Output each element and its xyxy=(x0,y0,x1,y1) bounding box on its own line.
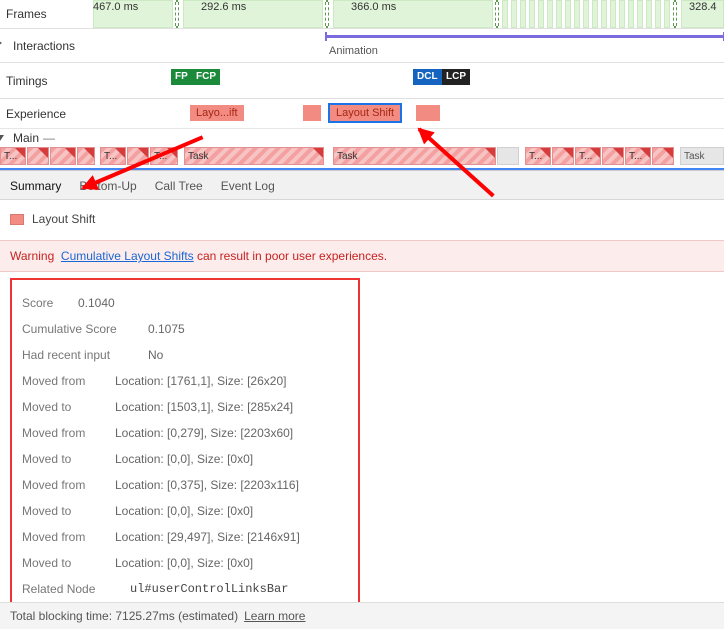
timings-row: Timings FP FCP DCL LCP xyxy=(0,62,724,98)
frame-time-3: 328.4 xyxy=(689,1,717,13)
frames-row: Frames xyxy=(0,0,724,28)
animation-bar[interactable] xyxy=(325,35,724,38)
loc2-val: Location: [1503,1], Size: [285x24] xyxy=(115,400,293,414)
mf-key: Moved from xyxy=(22,478,99,492)
task-item[interactable]: T... xyxy=(100,147,126,165)
main-label: Main — xyxy=(0,129,93,146)
experience-row: Experience Layo...ift Layout Shift xyxy=(0,98,724,128)
layout-shift-blob-1[interactable] xyxy=(303,105,321,121)
task-item[interactable] xyxy=(27,147,49,165)
interactions-label: Interactions xyxy=(0,29,93,62)
task-item[interactable] xyxy=(127,147,149,165)
loc4-val: Location: [0,0], Size: [0x0] xyxy=(115,452,253,466)
loc1-val: Location: [1761,1], Size: [26x20] xyxy=(115,374,286,388)
mf-key: Moved from xyxy=(22,374,99,388)
timings-label: Timings xyxy=(0,63,93,98)
fp-badge[interactable]: FP xyxy=(171,69,192,85)
expand-icon[interactable] xyxy=(0,39,2,47)
learn-more-link[interactable]: Learn more xyxy=(244,609,305,623)
task-item[interactable]: Task xyxy=(333,147,496,165)
mf-key: Moved from xyxy=(22,426,99,440)
score-key: Score xyxy=(22,296,62,310)
layout-shift-details: Score 0.1040 Cumulative Score 0.1075 Had r… xyxy=(10,278,360,614)
collapse-icon[interactable] xyxy=(0,135,4,141)
layout-shift-swatch-icon xyxy=(10,214,24,225)
mt-key: Moved to xyxy=(22,400,99,414)
layout-shift-chip-1[interactable]: Layo...ift xyxy=(190,105,244,121)
task-item[interactable] xyxy=(50,147,76,165)
task-item[interactable]: T... xyxy=(525,147,551,165)
experience-label: Experience xyxy=(0,99,93,128)
cls-link[interactable]: Cumulative Layout Shifts xyxy=(61,249,194,263)
tbt-text: Total blocking time: 7125.27ms (estimate… xyxy=(10,609,238,623)
animation-label: Animation xyxy=(329,45,378,57)
warning-suffix: can result in poor user experiences. xyxy=(194,249,387,263)
interactions-row: Interactions Animation xyxy=(0,28,724,62)
mt-key: Moved to xyxy=(22,556,99,570)
loc7-val: Location: [29,497], Size: [2146x91] xyxy=(115,530,300,544)
layout-shift-chip-selected[interactable]: Layout Shift xyxy=(330,105,400,121)
hadinput-key: Had recent input xyxy=(22,348,132,362)
loc3-val: Location: [0,279], Size: [2203x60] xyxy=(115,426,293,440)
task-item[interactable]: T... xyxy=(150,147,178,165)
event-name: Layout Shift xyxy=(32,212,95,226)
tab-bottom-up[interactable]: Bottom-Up xyxy=(79,179,136,193)
main-tasks-row: T... T... T... Task Task T... T... T... … xyxy=(0,146,724,168)
related-key: Related Node xyxy=(22,582,114,596)
frames-label: Frames xyxy=(0,0,93,28)
lcp-badge[interactable]: LCP xyxy=(442,69,470,85)
related-val[interactable]: ul#userControlLinksBar xyxy=(130,582,288,596)
frame-time-1: 292.6 ms xyxy=(201,1,246,13)
loc6-val: Location: [0,0], Size: [0x0] xyxy=(115,504,253,518)
event-legend: Layout Shift xyxy=(10,208,714,232)
experience-track[interactable]: Layo...ift Layout Shift xyxy=(93,99,724,128)
tab-event-log[interactable]: Event Log xyxy=(221,179,275,193)
mt-key: Moved to xyxy=(22,504,99,518)
footer-bar: Total blocking time: 7125.27ms (estimate… xyxy=(0,602,724,629)
task-item[interactable]: T... xyxy=(625,147,651,165)
tab-summary[interactable]: Summary xyxy=(10,179,61,193)
mf-key: Moved from xyxy=(22,530,99,544)
interactions-track[interactable]: Animation xyxy=(93,29,724,62)
task-item[interactable] xyxy=(602,147,624,165)
fcp-badge[interactable]: FCP xyxy=(192,69,220,85)
warning-banner: Warning Cumulative Layout Shifts can res… xyxy=(0,240,724,272)
dcl-badge[interactable]: DCL xyxy=(413,69,442,85)
score-val: 0.1040 xyxy=(78,296,115,310)
task-item[interactable]: Task xyxy=(680,147,724,165)
panel-tabs: Summary Bottom-Up Call Tree Event Log xyxy=(0,171,724,200)
hadinput-val: No xyxy=(148,348,163,362)
task-item[interactable] xyxy=(497,147,519,165)
task-item[interactable] xyxy=(77,147,95,165)
cumscore-key: Cumulative Score xyxy=(22,322,132,336)
tab-call-tree[interactable]: Call Tree xyxy=(155,179,203,193)
task-item[interactable]: T... xyxy=(575,147,601,165)
frame-time-2: 366.0 ms xyxy=(351,1,396,13)
layout-shift-blob-2[interactable] xyxy=(416,105,440,121)
timings-track[interactable]: FP FCP DCL LCP xyxy=(93,63,724,98)
summary-panel: Layout Shift xyxy=(0,200,724,240)
warning-prefix: Warning xyxy=(10,249,54,263)
frames-track[interactable]: 467.0 ms 292.6 ms 366.0 ms 328.4 xyxy=(93,0,724,28)
loc8-val: Location: [0,0], Size: [0x0] xyxy=(115,556,253,570)
frame-time-0: 467.0 ms xyxy=(93,1,138,13)
loc5-val: Location: [0,375], Size: [2203x116] xyxy=(115,478,299,492)
mt-key: Moved to xyxy=(22,452,99,466)
task-item[interactable] xyxy=(552,147,574,165)
main-header: Main — xyxy=(0,128,724,146)
cumscore-val: 0.1075 xyxy=(148,322,185,336)
task-item[interactable]: Task xyxy=(184,147,324,165)
task-item[interactable] xyxy=(652,147,674,165)
task-item[interactable]: T... xyxy=(0,147,26,165)
